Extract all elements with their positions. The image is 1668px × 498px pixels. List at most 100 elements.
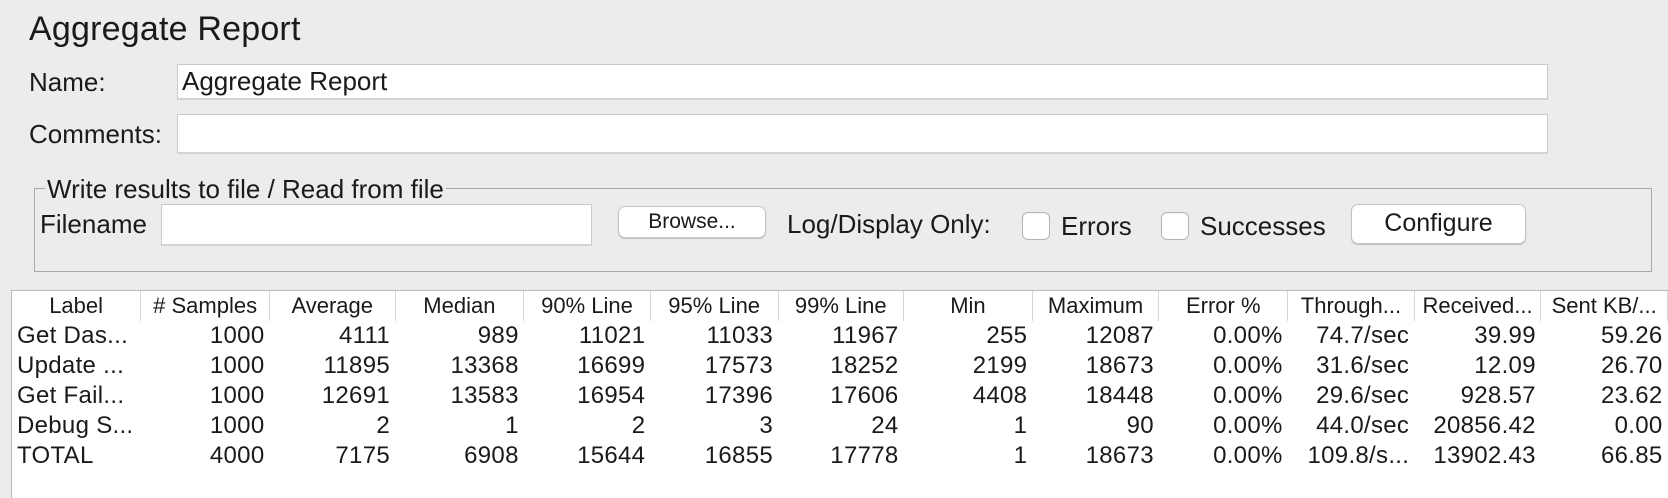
cell-error-pct: 0.00% [1213,352,1283,379]
cell-99-line: 24 [871,412,899,439]
cell-throughput: 44.0/sec [1316,412,1410,439]
successes-label: Successes [1200,211,1326,241]
column-header-average[interactable]: Average [269,291,396,321]
cell-samples: 1000 [209,322,265,349]
cell-received: 20856.42 [1433,412,1536,439]
cell-min: 2199 [972,352,1028,379]
cell-95-line: 17573 [704,352,774,379]
cell-sent: 26.70 [1600,352,1663,379]
cell-label: Update ... [17,352,125,379]
cell-90-line: 15644 [577,442,646,469]
cell-throughput: 109.8/s... [1307,442,1410,469]
filename-input[interactable] [161,204,592,246]
cell-90-line: 11021 [578,322,646,349]
configure-button[interactable]: Configure [1351,204,1526,244]
cell-95-line: 11033 [706,322,774,349]
cell-error-pct: 0.00% [1213,322,1283,349]
column-header-label[interactable]: Label [12,291,142,321]
cell-average: 7175 [335,442,390,469]
column-header-throughput[interactable]: Through... [1287,291,1415,321]
table-row[interactable]: Update ... 1000 11895 13368 16699 17573 … [12,351,1668,381]
cell-label: Debug S... [17,412,134,439]
cell-average: 12691 [321,382,390,409]
column-header-99-line[interactable]: 99% Line [778,291,905,321]
cell-samples: 1000 [209,412,265,439]
table-header-row: Label # Samples Average Median 90% Line … [12,291,1668,321]
column-header-received[interactable]: Received... [1414,291,1542,321]
cell-average: 2 [376,412,390,439]
cell-median: 13368 [450,352,519,379]
cell-sent: 66.85 [1600,442,1663,469]
column-header-min[interactable]: Min [903,291,1033,321]
errors-checkbox[interactable] [1022,212,1050,240]
cell-median: 989 [477,322,519,349]
column-header-median[interactable]: Median [395,291,525,321]
cell-min: 1 [1013,412,1028,439]
cell-sent: 59.26 [1600,322,1663,349]
cell-received: 39.99 [1474,322,1536,349]
cell-samples: 1000 [209,382,265,409]
errors-label: Errors [1061,211,1132,241]
cell-label: TOTAL [17,442,94,469]
cell-95-line: 3 [759,412,774,439]
cell-throughput: 74.7/sec [1316,322,1410,349]
cell-95-line: 16855 [704,442,774,469]
file-group-legend: Write results to file / Read from file [45,172,446,206]
cell-error-pct: 0.00% [1213,412,1283,439]
cell-90-line: 16699 [577,352,646,379]
table-row[interactable]: Get Fail... 1000 12691 13583 16954 17396… [12,381,1668,411]
cell-median: 13583 [450,382,519,409]
cell-90-line: 2 [631,412,646,439]
column-header-sent[interactable]: Sent KB/... [1540,291,1668,321]
cell-90-line: 16954 [577,382,646,409]
cell-samples: 1000 [209,352,265,379]
cell-median: 1 [505,412,519,439]
cell-label: Get Fail... [17,382,125,409]
cell-99-line: 17606 [830,382,899,409]
cell-label: Get Das... [17,322,129,349]
table-row[interactable]: TOTAL 4000 7175 6908 15644 16855 17778 1… [12,441,1668,471]
name-input[interactable] [177,64,1548,100]
cell-samples: 4000 [209,442,265,469]
cell-average: 11895 [323,352,390,379]
comments-input[interactable] [177,114,1548,154]
cell-99-line: 17778 [830,442,899,469]
comments-label: Comments: [29,119,162,149]
cell-received: 13902.43 [1433,442,1536,469]
page-title: Aggregate Report [29,10,301,48]
cell-throughput: 29.6/sec [1316,382,1410,409]
cell-maximum: 90 [1126,412,1154,439]
table-row[interactable]: Get Das... 1000 4111 989 11021 11033 119… [12,321,1668,351]
column-header-95-line[interactable]: 95% Line [650,291,779,321]
log-display-label: Log/Display Only: [787,209,991,239]
cell-average: 4111 [338,322,390,349]
cell-sent: 23.62 [1600,382,1663,409]
column-header-error-pct[interactable]: Error % [1158,291,1289,321]
name-label: Name: [29,67,106,97]
aggregate-results-table: Label # Samples Average Median 90% Line … [11,290,1668,498]
column-header-samples[interactable]: # Samples [140,291,270,321]
cell-throughput: 31.6/sec [1316,352,1410,379]
cell-error-pct: 0.00% [1213,382,1283,409]
cell-sent: 0.00 [1614,412,1663,439]
cell-99-line: 11967 [832,322,899,349]
column-header-90-line[interactable]: 90% Line [523,291,651,321]
cell-95-line: 17396 [704,382,774,409]
cell-median: 6908 [464,442,519,469]
cell-99-line: 18252 [830,352,899,379]
cell-maximum: 18673 [1085,442,1154,469]
browse-button[interactable]: Browse... [618,206,766,238]
cell-maximum: 18448 [1085,382,1154,409]
cell-maximum: 18673 [1085,352,1154,379]
column-header-maximum[interactable]: Maximum [1032,291,1160,321]
table-row[interactable]: Debug S... 1000 2 1 2 3 24 1 90 0.00% 44… [12,411,1668,441]
successes-checkbox[interactable] [1161,212,1189,240]
cell-received: 928.57 [1460,382,1536,409]
cell-min: 4408 [972,382,1028,409]
filename-label: Filename [40,209,147,239]
cell-maximum: 12087 [1085,322,1154,349]
cell-error-pct: 0.00% [1213,442,1283,469]
cell-min: 1 [1013,442,1028,469]
cell-received: 12.09 [1474,352,1536,379]
cell-min: 255 [986,322,1028,349]
